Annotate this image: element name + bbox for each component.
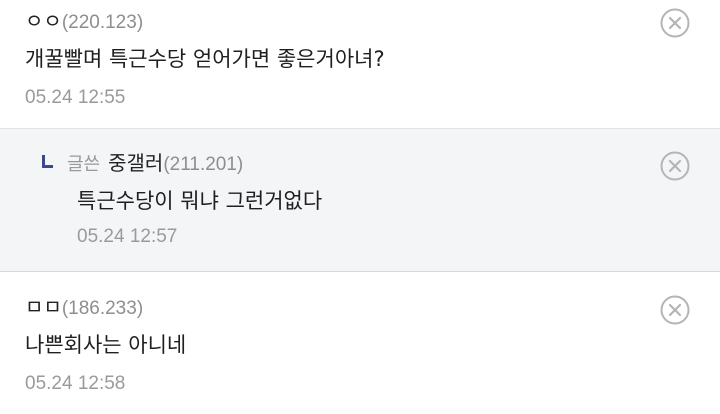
reply-arrow-icon bbox=[42, 155, 53, 168]
close-circle-icon bbox=[660, 295, 690, 325]
comment-ip: (220.123) bbox=[61, 12, 144, 33]
comment-meta: ㅁㅁ(186.233) bbox=[25, 292, 720, 322]
comment-body: 나쁜회사는 아니네 bbox=[25, 333, 187, 357]
comment-nickname[interactable]: ㅁㅁ bbox=[25, 295, 62, 319]
comment-date: 05.24 12:57 bbox=[77, 226, 178, 247]
comment-item: ㅁㅁ(186.233) 나쁜회사는 아니네 05.24 12:58 bbox=[0, 272, 720, 414]
comment-list: ㅇㅇ(220.123) 개꿀빨며 특근수당 얻어가면 좋은거아녀? 05.24 … bbox=[0, 0, 720, 414]
comment-meta: 글쓴 중갤러(211.201) bbox=[42, 148, 720, 178]
comment-item: ㅇㅇ(220.123) 개꿀빨며 특근수당 얻어가면 좋은거아녀? 05.24 … bbox=[0, 0, 720, 129]
delete-comment-button[interactable] bbox=[660, 151, 690, 181]
comment-body: 개꿀빨며 특근수당 얻어가면 좋은거아녀? bbox=[25, 47, 385, 71]
close-circle-icon bbox=[660, 8, 690, 38]
comment-body: 특근수당이 뭐냐 그런거없다 bbox=[77, 189, 323, 213]
comment-date: 05.24 12:55 bbox=[25, 87, 126, 108]
delete-comment-button[interactable] bbox=[660, 295, 690, 325]
delete-comment-button[interactable] bbox=[660, 8, 690, 38]
comment-nickname[interactable]: ㅇㅇ bbox=[25, 9, 62, 33]
comment-nickname[interactable]: 중갤러 bbox=[108, 151, 163, 175]
comment-ip: (211.201) bbox=[163, 154, 244, 175]
close-circle-icon bbox=[660, 151, 690, 181]
reply-item: 글쓴 중갤러(211.201) 특근수당이 뭐냐 그런거없다 05.24 12:5… bbox=[0, 129, 720, 272]
writer-badge: 글쓴 bbox=[67, 154, 101, 175]
comment-meta: ㅇㅇ(220.123) bbox=[25, 6, 720, 36]
comment-ip: (186.233) bbox=[61, 298, 144, 319]
comment-date: 05.24 12:58 bbox=[25, 373, 126, 394]
